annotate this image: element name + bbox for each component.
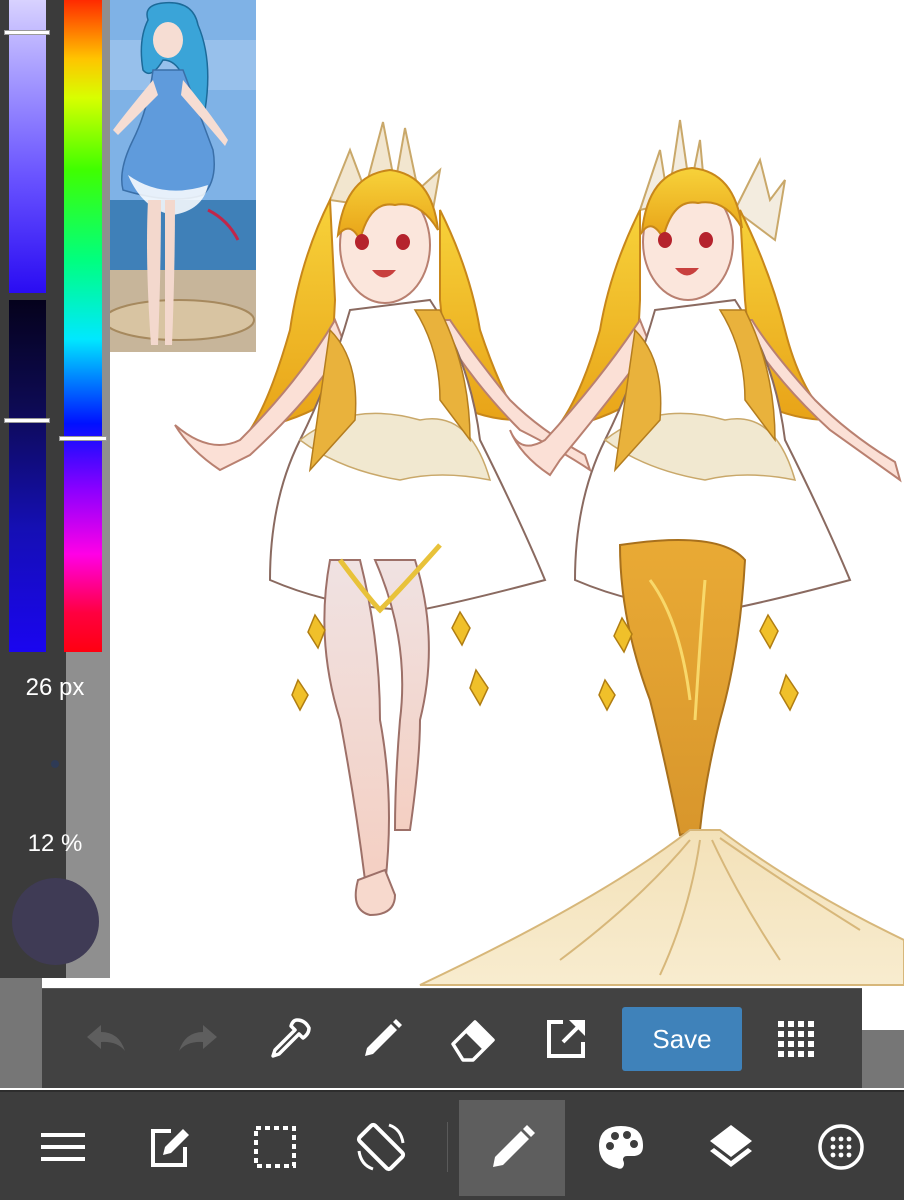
- save-button[interactable]: Save: [622, 1007, 742, 1071]
- layers-icon: [710, 1125, 752, 1167]
- export-button[interactable]: [536, 1009, 596, 1069]
- eyedropper-button[interactable]: [260, 1009, 320, 1069]
- brush-size-preview: [51, 760, 59, 768]
- saturation-slider-handle[interactable]: [4, 418, 50, 423]
- edit-icon: [151, 1129, 189, 1167]
- undo-button[interactable]: [76, 1009, 136, 1069]
- hue-slider[interactable]: [64, 0, 102, 652]
- nav-menu[interactable]: [10, 1092, 116, 1200]
- menu-icon: [41, 1133, 85, 1161]
- brush-icon: [493, 1125, 535, 1167]
- brush-opacity-label[interactable]: 12 %: [0, 830, 110, 858]
- rotate-icon: [356, 1122, 406, 1172]
- nav-materials[interactable]: [788, 1092, 894, 1200]
- nav-separator: [447, 1122, 448, 1172]
- bottom-navigation: [0, 1090, 904, 1200]
- grid-button[interactable]: [766, 1009, 826, 1069]
- redo-button[interactable]: [168, 1009, 228, 1069]
- app-screen: 26 px 12 % Save: [0, 0, 904, 1200]
- brush-size-label[interactable]: 26 px: [0, 674, 110, 702]
- reference-image[interactable]: [103, 0, 256, 352]
- nav-brush[interactable]: [459, 1100, 565, 1196]
- redo-icon: [179, 1025, 217, 1051]
- nav-rotate[interactable]: [328, 1092, 434, 1200]
- palette-icon: [599, 1126, 643, 1169]
- pen-icon: [365, 1019, 402, 1056]
- brightness-slider-handle[interactable]: [4, 30, 50, 35]
- pen-button[interactable]: [352, 1009, 412, 1069]
- color-panel: 26 px 12 %: [0, 0, 110, 978]
- reference-artwork: [103, 0, 256, 352]
- gutter-right: [862, 1030, 904, 1088]
- saturation-slider[interactable]: [9, 300, 46, 652]
- grid-icon: [778, 1021, 814, 1057]
- eyedropper-icon: [271, 1018, 311, 1058]
- selection-icon: [254, 1126, 296, 1168]
- action-toolbar: Save: [42, 988, 862, 1088]
- current-color-swatch[interactable]: [12, 878, 99, 965]
- nav-layers[interactable]: [678, 1092, 784, 1200]
- eraser-icon: [451, 1020, 495, 1062]
- nav-edit[interactable]: [116, 1092, 222, 1200]
- brightness-slider[interactable]: [9, 0, 46, 293]
- undo-icon: [87, 1025, 125, 1051]
- materials-icon: [818, 1124, 864, 1170]
- hue-slider-handle[interactable]: [59, 436, 107, 441]
- eraser-button[interactable]: [444, 1009, 504, 1069]
- nav-selection[interactable]: [222, 1092, 328, 1200]
- gutter-left: [0, 978, 42, 1088]
- nav-palette[interactable]: [568, 1092, 674, 1200]
- export-icon: [547, 1020, 585, 1058]
